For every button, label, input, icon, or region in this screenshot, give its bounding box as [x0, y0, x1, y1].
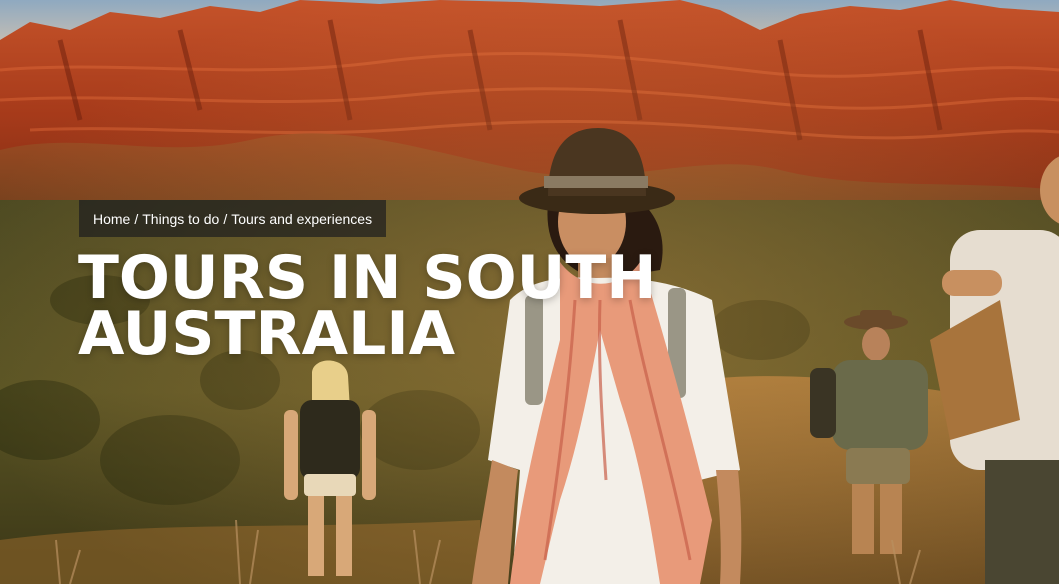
breadcrumb-current: Tours and experiences [231, 210, 373, 227]
page-title: TOURS IN SOUTH AUSTRALIA [78, 243, 698, 369]
page-title-line-1: TOURS IN SOUTH [78, 243, 657, 313]
breadcrumb-home-link[interactable]: Home [93, 211, 130, 227]
breadcrumb-separator: / [223, 210, 228, 227]
breadcrumb-separator: / [134, 210, 139, 227]
page-title-line-2: AUSTRALIA [78, 299, 456, 369]
breadcrumb: Home / Things to do / Tours and experien… [79, 200, 387, 237]
breadcrumb-things-to-do-link[interactable]: Things to do [142, 211, 219, 227]
